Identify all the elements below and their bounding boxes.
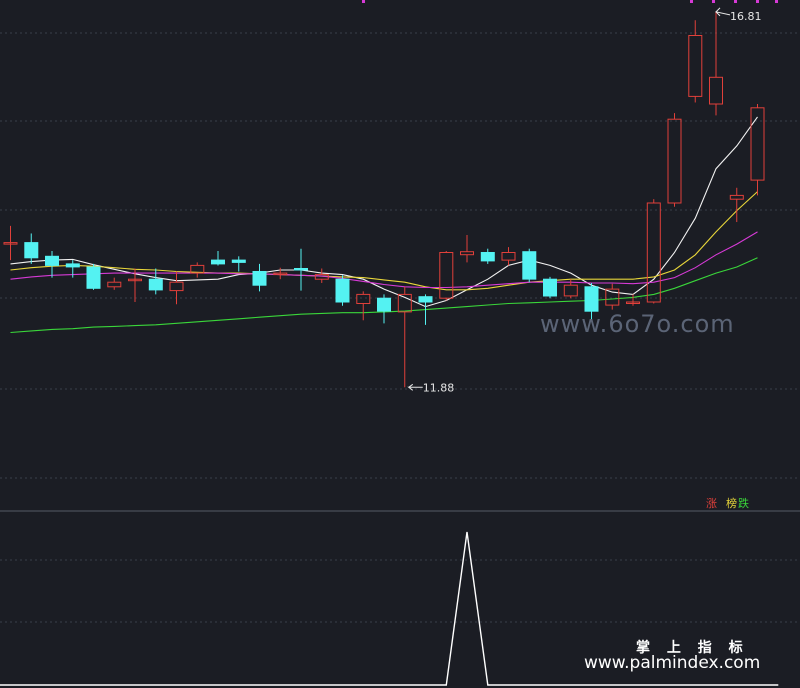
ma-line-ma20 bbox=[10, 231, 758, 289]
candle bbox=[397, 286, 412, 388]
candle bbox=[460, 234, 474, 263]
ma-line-ma10 bbox=[10, 191, 758, 291]
candle bbox=[294, 248, 308, 291]
candle-body-down bbox=[335, 278, 350, 303]
candle bbox=[190, 262, 205, 278]
candle bbox=[24, 233, 39, 264]
candle bbox=[231, 256, 246, 272]
candle-body-up bbox=[563, 284, 578, 297]
candle-body-up bbox=[729, 194, 744, 200]
candle-body-up bbox=[169, 281, 184, 292]
chart-canvas[interactable]: 16.81 11.88 www.6o7o.com 涨 榜 跌 掌 上 指 标 w… bbox=[0, 0, 800, 688]
candle bbox=[439, 250, 454, 301]
candle bbox=[169, 271, 184, 305]
high-price-label: 16.81 bbox=[730, 10, 762, 23]
candle-body-up bbox=[709, 76, 723, 105]
low-annotation: 11.88 bbox=[407, 381, 455, 394]
candle bbox=[709, 11, 723, 116]
candle-body-up bbox=[688, 35, 703, 97]
candle-body-down bbox=[24, 242, 39, 259]
signal-marker bbox=[362, 0, 365, 3]
grid-lines bbox=[0, 32, 800, 479]
signal-marker bbox=[690, 0, 693, 3]
candle-body-down bbox=[377, 297, 391, 312]
signal-marker bbox=[712, 0, 715, 3]
candle-body-down bbox=[211, 259, 225, 265]
candle bbox=[377, 294, 391, 324]
candle-body-down bbox=[45, 255, 59, 266]
low-price-label: 11.88 bbox=[423, 381, 455, 394]
candle bbox=[107, 277, 122, 290]
signal-marker bbox=[734, 0, 737, 3]
candle bbox=[86, 263, 101, 290]
candle bbox=[605, 283, 620, 310]
candle-body-down bbox=[418, 296, 433, 303]
candle-body-down bbox=[584, 286, 599, 312]
candle-body-down bbox=[86, 266, 101, 289]
candle-body-up bbox=[107, 281, 122, 288]
candle-body-up bbox=[667, 118, 682, 204]
signal-marker bbox=[775, 0, 778, 3]
candle-body-up bbox=[356, 293, 371, 304]
candle bbox=[646, 199, 661, 304]
candle-body-down bbox=[543, 278, 557, 297]
candle bbox=[335, 275, 350, 306]
candle bbox=[480, 248, 495, 264]
candle-body-down bbox=[252, 271, 267, 286]
candle bbox=[543, 276, 557, 299]
candle-body-down bbox=[148, 278, 163, 291]
candle bbox=[148, 268, 163, 295]
candle bbox=[273, 267, 288, 280]
candle bbox=[3, 225, 18, 261]
candle bbox=[252, 263, 267, 292]
candle-body-up bbox=[439, 252, 454, 299]
candle-body-down bbox=[480, 252, 495, 262]
high-arrow bbox=[714, 7, 731, 17]
indicator-grid-lines bbox=[0, 559, 800, 623]
candle-body-up bbox=[460, 251, 474, 256]
candle-body-up bbox=[501, 252, 516, 261]
top-markers bbox=[362, 0, 778, 3]
legend-rank: 榜 bbox=[726, 496, 737, 510]
candle bbox=[626, 294, 640, 306]
candle-body-down bbox=[65, 263, 80, 268]
signal-marker bbox=[756, 0, 759, 3]
candle bbox=[356, 291, 371, 321]
candle bbox=[522, 248, 537, 283]
candle-body-up bbox=[750, 107, 765, 181]
candle bbox=[501, 247, 516, 266]
candle-body-down bbox=[231, 259, 246, 263]
candle-body-down bbox=[294, 268, 308, 271]
candle-body-up bbox=[646, 202, 661, 303]
candle bbox=[729, 187, 744, 223]
candle-body-down bbox=[522, 251, 537, 280]
legend-up: 涨 bbox=[706, 497, 717, 510]
legend: 涨 榜 跌 bbox=[706, 496, 749, 510]
legend-down: 跌 bbox=[738, 496, 749, 510]
watermark-site1: www.6o7o.com bbox=[540, 310, 735, 338]
candle bbox=[211, 250, 225, 266]
candle bbox=[667, 113, 682, 207]
high-annotation: 16.81 bbox=[714, 7, 762, 23]
watermark-site2: www.palmindex.com bbox=[584, 653, 760, 673]
candle-body-up bbox=[605, 288, 620, 306]
candle bbox=[45, 250, 59, 278]
stock-chart-screen: 16.81 11.88 www.6o7o.com 涨 榜 跌 掌 上 指 标 w… bbox=[0, 0, 800, 688]
